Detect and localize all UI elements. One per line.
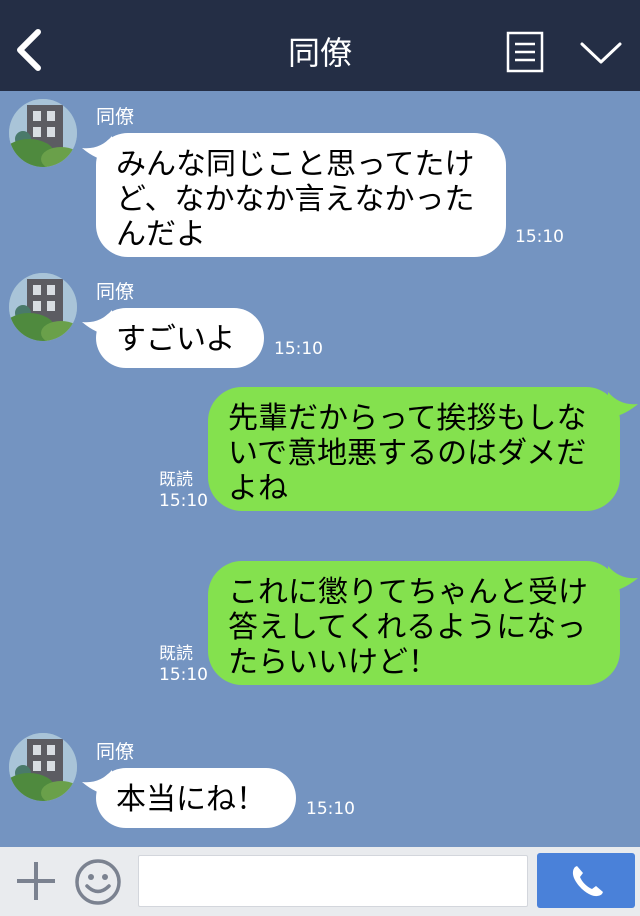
avatar[interactable] — [9, 273, 77, 341]
notes-icon — [506, 31, 544, 73]
message-time: 15:10 — [306, 799, 355, 819]
message-line: すごいよ — [116, 322, 236, 357]
input-bar — [0, 847, 640, 916]
message-time: 15:10 — [274, 339, 323, 359]
plus-icon — [17, 862, 55, 900]
message-time: 15:10 — [515, 227, 564, 247]
message-time: 15:10 — [159, 491, 208, 511]
chat-header: 同僚 — [0, 0, 640, 91]
read-label: 既読 — [159, 470, 193, 490]
notes-button[interactable] — [506, 31, 544, 73]
message-input[interactable] — [138, 855, 528, 907]
emoji-button[interactable] — [73, 857, 123, 907]
message-line: ど、なかなか言えなかった — [116, 182, 475, 217]
read-receipt: 既読 15:10 — [159, 644, 208, 686]
sender-name: 同僚 — [96, 741, 135, 763]
chat-title: 同僚 — [287, 34, 352, 72]
smiley-icon — [75, 859, 121, 905]
read-label: 既読 — [159, 644, 193, 664]
message-bubble[interactable]: これに懲りてちゃんと受け 答えしてくれるようになっ たらいいけど！ — [208, 561, 620, 685]
message-bubble[interactable]: 先輩だからって挨拶もしな いで意地悪するのはダメだ よね — [208, 387, 620, 511]
message-line: んだよ — [116, 217, 206, 252]
bubble-tail — [608, 392, 638, 418]
message-bubble[interactable]: すごいよ — [96, 308, 264, 368]
message-line: これに懲りてちゃんと受け — [228, 575, 588, 610]
avatar[interactable] — [9, 99, 77, 167]
menu-button[interactable] — [578, 36, 624, 70]
avatar-photo — [9, 733, 77, 801]
sender-name: 同僚 — [96, 281, 135, 303]
read-receipt: 既読 15:10 — [159, 470, 208, 512]
avatar-photo — [9, 99, 77, 167]
message-line: たらいいけど！ — [228, 645, 438, 680]
message-bubble[interactable]: みんな同じこと思ってたけ ど、なかなか言えなかった んだよ — [96, 133, 506, 257]
avatar[interactable] — [9, 733, 77, 801]
message-line: 先輩だからって挨拶もしな — [228, 401, 587, 436]
message-line: 本当にね！ — [116, 782, 266, 817]
message-line: みんな同じこと思ってたけ — [116, 147, 475, 182]
add-button[interactable] — [14, 859, 58, 903]
message-time: 15:10 — [159, 665, 208, 685]
sender-name: 同僚 — [96, 106, 135, 128]
call-button[interactable] — [537, 853, 635, 908]
phone-icon — [572, 866, 603, 897]
message-line: 答えしてくれるようになっ — [228, 610, 587, 645]
avatar-photo — [9, 273, 77, 341]
message-line: よね — [228, 471, 288, 506]
message-bubble[interactable]: 本当にね！ — [96, 768, 296, 828]
message-line: いで意地悪するのはダメだ — [228, 436, 587, 471]
chevron-down-icon — [580, 42, 622, 64]
bubble-tail — [608, 566, 638, 592]
